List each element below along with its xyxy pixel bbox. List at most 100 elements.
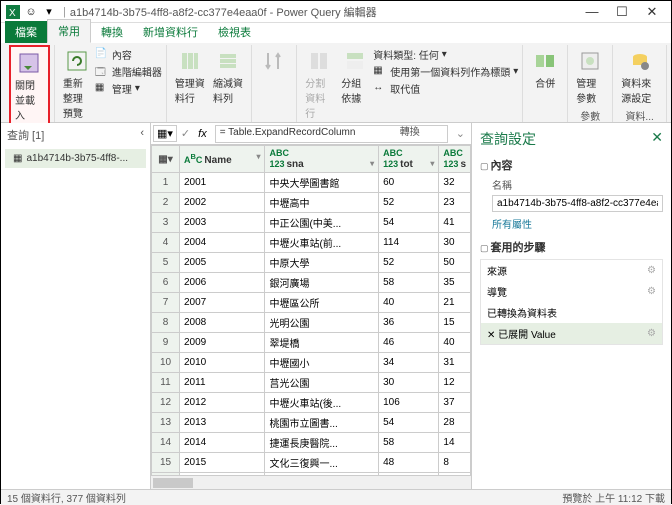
data-type-button[interactable]: 資料類型: 任何 ▾ (373, 47, 518, 62)
table-row[interactable]: 52005中原大學5250 (152, 253, 471, 273)
col-s[interactable]: ABC123s (439, 146, 471, 173)
collapse-icon[interactable]: ‹ (140, 127, 144, 143)
split-icon (305, 47, 333, 75)
step-source[interactable]: 來源⚙ (481, 260, 662, 281)
query-name-input[interactable] (492, 195, 663, 212)
query-item[interactable]: ▦a1b4714b-3b75-4ff8-... (5, 149, 146, 168)
table-row[interactable]: 102010中壢國小3431 (152, 353, 471, 373)
combine-button[interactable]: 合併 (527, 45, 563, 92)
smiley-icon: ☺ (23, 4, 39, 20)
data-source-settings-button[interactable]: 資料來源設定 (617, 45, 662, 107)
manage-params-button[interactable]: 管理參數 (572, 45, 608, 107)
manage-icon: ▦ (95, 82, 109, 96)
properties-button[interactable]: 📄內容 (95, 47, 162, 62)
dropdown-icon[interactable]: ▾ (41, 4, 57, 20)
excel-icon: X (5, 4, 21, 20)
status-bar: 15 個資料行, 377 個資料列 預覽於 上午 11:12 下載 (1, 489, 671, 505)
tab-add-column[interactable]: 新增資料行 (133, 21, 208, 43)
table-row[interactable]: 132013桃園市立圖書...5428 (152, 413, 471, 433)
expand-formula-icon[interactable]: ⌄ (452, 127, 469, 140)
table-row[interactable]: 12001中央大學圖書館6032 (152, 173, 471, 193)
table-row[interactable]: 22002中壢高中5223 (152, 193, 471, 213)
group-by-button[interactable]: 分組依據 (337, 45, 373, 107)
horizontal-scrollbar[interactable] (151, 475, 471, 489)
status-left: 15 個資料行, 377 個資料列 (7, 490, 126, 505)
check-icon[interactable]: ✓ (181, 127, 190, 140)
close-and-load-button[interactable]: 關閉並載入 ▾ (9, 45, 50, 135)
refresh-label: 重新整理預覽 (63, 75, 91, 120)
close-load-icon (15, 49, 43, 77)
replace-icon: ↔ (373, 82, 387, 96)
rows-icon (214, 47, 242, 75)
filter-icon: ▾ (256, 152, 260, 161)
table-row[interactable]: 112011莒光公園3012 (152, 373, 471, 393)
status-right: 預覽於 上午 11:12 下載 (562, 490, 665, 505)
tab-view[interactable]: 檢視表 (208, 21, 261, 43)
tab-file[interactable]: 檔案 (5, 21, 47, 43)
group-ds-label: 資料... (617, 107, 662, 124)
gear-icon[interactable]: ⚙ (647, 328, 656, 339)
close-pane-icon[interactable]: ✕ (651, 129, 663, 149)
columns-icon (176, 47, 204, 75)
table-icon: ▦ (13, 153, 22, 164)
queries-header: 查詢 [1] (7, 127, 44, 143)
close-load-label: 關閉並載入 (15, 77, 44, 122)
tab-home[interactable]: 常用 (47, 19, 91, 43)
separator: | (63, 6, 66, 18)
settings-title: 查詢設定 (480, 129, 536, 149)
table-row[interactable]: 122012中壢火車站(後...10637 (152, 393, 471, 413)
filter-icon: ▾ (370, 159, 374, 168)
col-sna[interactable]: ABC123sna▾ (265, 146, 379, 173)
corner-cell[interactable]: ▦▾ (152, 146, 180, 173)
group-params-label: 參數 (572, 107, 608, 124)
close-button[interactable]: ✕ (637, 4, 667, 20)
steps-section: 套用的步驟 (491, 242, 546, 254)
advanced-editor-button[interactable]: 🗔進階編輯器 (95, 64, 162, 79)
sort-buttons[interactable] (256, 45, 292, 77)
manage-columns-button[interactable]: 管理資料行 (171, 45, 209, 107)
params-icon (576, 47, 604, 75)
gear-icon[interactable]: ⚙ (647, 286, 656, 297)
step-expanded-value[interactable]: ✕ 已展開 Value⚙ (481, 323, 662, 344)
query-settings-pane: 查詢設定✕ ▢內容 名稱 所有屬性 ▢套用的步驟 來源⚙ 導覽⚙ 已轉換為資料表… (471, 123, 671, 489)
fx-label: fx (194, 128, 211, 140)
titlebar: X ☺ ▾ | a1b4714b-3b75-4ff8-a8f2-cc377e4e… (1, 1, 671, 23)
table-row[interactable]: 72007中壢區公所4021 (152, 293, 471, 313)
triangle-icon[interactable]: ▢ (480, 161, 489, 171)
content-section: 內容 (491, 160, 513, 172)
triangle-icon[interactable]: ▢ (480, 243, 489, 253)
step-navigation[interactable]: 導覽⚙ (481, 281, 662, 302)
formula-bar: ▦▾ ✓ fx = Table.ExpandRecordColumn ⌄ (151, 123, 471, 145)
all-properties-link[interactable]: 所有屬性 (492, 216, 663, 231)
step-converted[interactable]: 已轉換為資料表 (481, 302, 662, 323)
data-grid[interactable]: ▦▾ ABCName▾ ABC123sna▾ ABC123tot▾ ABC123… (151, 145, 471, 475)
col-tot[interactable]: ABC123tot▾ (379, 146, 439, 173)
type-text-icon: ABC (184, 155, 202, 165)
replace-values-button[interactable]: ↔取代值 (373, 81, 518, 96)
combine-icon (531, 47, 559, 75)
table-corner-icon[interactable]: ▦▾ (153, 125, 177, 142)
ribbon-tabs: 檔案 常用 轉換 新增資料行 檢視表 (1, 23, 671, 43)
table-row[interactable]: 92009翠堤橋4640 (152, 333, 471, 353)
table-row[interactable]: 82008光明公園3615 (152, 313, 471, 333)
name-label: 名稱 (492, 177, 663, 192)
table-row[interactable]: 62006銀河廣場5835 (152, 273, 471, 293)
first-row-header-button[interactable]: ▦使用第一個資料列作為標頭 ▾ (373, 64, 518, 79)
editor-icon: 🗔 (95, 65, 109, 79)
reduce-rows-button[interactable]: 縮減資料列 (209, 45, 247, 107)
refresh-icon (63, 47, 91, 75)
maximize-button[interactable]: ☐ (607, 4, 637, 20)
minimize-button[interactable]: — (577, 4, 607, 20)
table-row[interactable]: 142014捷運長庚醫院...5814 (152, 433, 471, 453)
split-column-button[interactable]: 分割資料行 (301, 45, 337, 122)
manage-button[interactable]: ▦管理 ▾ (95, 81, 162, 96)
formula-input[interactable]: = Table.ExpandRecordColumn (215, 125, 448, 143)
table-row[interactable]: 32003中正公園(中美...5441 (152, 213, 471, 233)
col-name[interactable]: ABCName▾ (180, 146, 265, 173)
table-row[interactable]: 42004中壢火車站(前...11430 (152, 233, 471, 253)
gear-icon[interactable]: ⚙ (647, 265, 656, 276)
tab-transform[interactable]: 轉換 (91, 21, 133, 43)
table-row[interactable]: 152015文化三復興一...488 (152, 453, 471, 473)
datasource-icon (626, 47, 654, 75)
refresh-preview-button[interactable]: 重新整理預覽 (59, 45, 95, 122)
